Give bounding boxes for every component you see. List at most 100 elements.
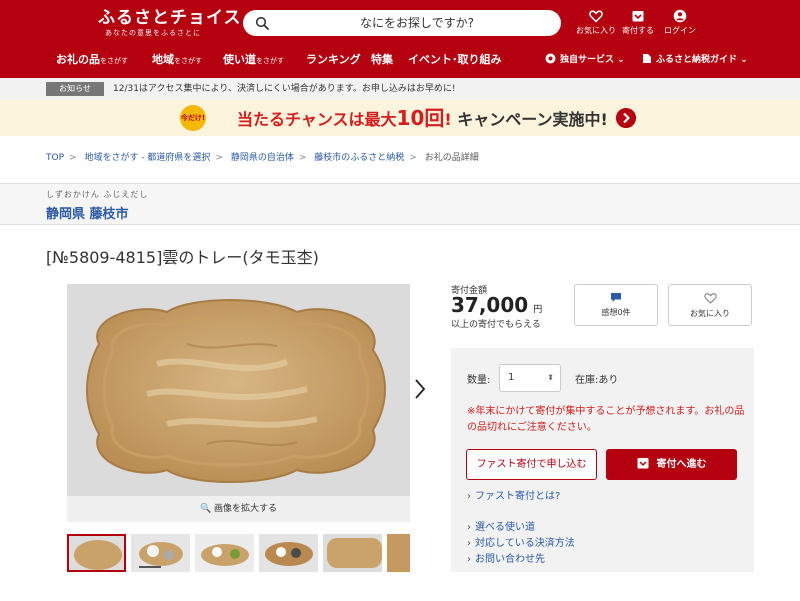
search-box[interactable]: なにをお探しですか? — [243, 10, 561, 36]
logo-main-text: ふるさとチョイス — [98, 8, 242, 28]
wooden-tray-illustration — [67, 284, 410, 496]
next-image-arrow-icon[interactable] — [413, 378, 427, 400]
product-image[interactable] — [67, 284, 410, 496]
site-header: ふるさとチョイス あなたの意思をふるさとに なにをお探しですか? お気に入り 寄… — [0, 0, 800, 78]
guide-icon — [643, 54, 651, 63]
payment-methods-link[interactable]: › 対応している決済方法 — [467, 534, 575, 549]
campaign-text-b: 10回 — [396, 106, 445, 130]
chevron-right-icon: › — [467, 522, 471, 533]
breadcrumb-separator: > — [409, 153, 417, 163]
link-label: 対応している決済方法 — [475, 538, 575, 549]
favorite-button[interactable]: お気に入り — [668, 284, 752, 326]
link-label: お問い合わせ先 — [475, 554, 545, 565]
zoom-icon: 🔍 — [199, 504, 212, 514]
favorites-button[interactable]: お気に入り — [576, 9, 616, 36]
gift-box-icon — [637, 458, 648, 469]
link-label: 選べる使い道 — [475, 522, 535, 533]
nav-item-usage[interactable]: 使い道をさがす — [223, 52, 284, 69]
campaign-badge: 今だけ! — [180, 105, 206, 131]
review-button[interactable]: 感想0件 — [574, 284, 658, 326]
breadcrumb-link[interactable]: 地域をさがす - 都道府県を選択 — [84, 153, 210, 163]
nav-item-features[interactable]: 特集 — [371, 52, 393, 68]
price-unit: 円 — [533, 305, 543, 315]
chevron-down-icon: ⌄ — [740, 55, 748, 65]
price-amount: 37,000 円 — [451, 293, 542, 317]
campaign-text-a: 当たるチャンスは最大 — [237, 110, 397, 129]
logo-tagline: あなたの意思をふるさとに — [105, 29, 201, 37]
product-title: [№5809-4815]雲のトレー(タモ玉杢) — [46, 248, 319, 267]
region-kana: しずおかけん ふじえだし — [46, 190, 149, 199]
thumbnail-image — [195, 534, 254, 572]
select-caret-icon: ⬍ — [547, 373, 554, 382]
nav-item-events[interactable]: イベント･取り組み — [408, 52, 502, 68]
donate-button[interactable]: 寄付へ進む — [606, 449, 737, 480]
heart-icon — [703, 293, 717, 304]
notice-bar: お知らせ 12/31はアクセス集中により、決済しにくい場合があります。お申し込み… — [0, 78, 800, 100]
thumbnail[interactable] — [387, 534, 410, 572]
fast-donation-button[interactable]: ファスト寄付で申し込む — [466, 449, 597, 480]
nav-suffix: をさがす — [174, 57, 202, 65]
services-icon — [545, 53, 556, 64]
search-icon — [255, 16, 269, 30]
user-icon — [673, 9, 687, 23]
breadcrumb-link[interactable]: TOP — [46, 153, 64, 163]
chevron-right-icon: › — [467, 554, 471, 565]
review-label: 感想0件 — [601, 308, 631, 317]
breadcrumb-separator: > — [69, 153, 77, 163]
region-name[interactable]: 静岡県 藤枝市 — [46, 203, 129, 222]
campaign-text-d: キャンペーン実施中! — [457, 110, 608, 129]
donate-label: 寄付へ進む — [656, 459, 707, 470]
chevron-right-icon[interactable] — [616, 108, 636, 128]
nav-item-gifts[interactable]: お礼の品をさがす — [56, 52, 128, 69]
thumbnail[interactable] — [131, 534, 190, 572]
search-input[interactable]: なにをお探しですか? — [273, 10, 561, 36]
link-label: ファスト寄付とは? — [475, 491, 561, 502]
breadcrumb-link[interactable]: 静岡県の自治体 — [231, 153, 294, 163]
thumbnail-image — [323, 534, 382, 572]
favorite-label: お気に入り — [690, 309, 730, 318]
campaign-text-c: ! — [444, 110, 452, 129]
heart-icon — [589, 10, 603, 23]
notice-badge: お知らせ — [46, 82, 104, 96]
thumbnail[interactable] — [259, 534, 318, 572]
donate-header-label: 寄付する — [622, 26, 654, 35]
nav-item-guide[interactable]: ふるさと納税ガイド ⌄ — [642, 52, 748, 68]
quantity-value: 1 — [508, 372, 515, 383]
quantity-label: 数量: — [467, 375, 491, 386]
breadcrumb: TOP > 地域をさがす - 都道府県を選択 > 静岡県の自治体 > 藤枝市のふるさと… — [46, 150, 479, 163]
nav-item-ranking[interactable]: ランキング — [306, 52, 361, 68]
usage-link[interactable]: › 選べる使い道 — [467, 518, 535, 533]
zoom-image-button[interactable]: 🔍 画像を拡大する — [67, 496, 410, 522]
thumbnail[interactable] — [195, 534, 254, 572]
price-value: 37,000 — [451, 293, 529, 317]
stock-status: 在庫:あり — [575, 375, 619, 386]
thumbnail-image — [259, 534, 318, 572]
notice-text[interactable]: 12/31はアクセス集中により、決済しにくい場合があります。お申し込みはお早めに… — [113, 78, 455, 100]
thumbnail-image — [387, 534, 410, 572]
breadcrumb-separator: > — [215, 153, 223, 163]
breadcrumb-link[interactable]: 藤枝市のふるさと納税 — [314, 153, 404, 163]
site-logo[interactable]: ふるさとチョイス あなたの意思をふるさとに — [98, 8, 242, 38]
breadcrumb-current: お礼の品詳細 — [424, 153, 479, 163]
thumbnail[interactable] — [67, 534, 126, 572]
breadcrumb-separator: > — [298, 153, 307, 163]
campaign-banner[interactable]: 今だけ! 当たるチャンスは最大10回! キャンペーン実施中! — [0, 100, 800, 136]
login-button[interactable]: ログイン — [660, 9, 700, 36]
thumbnail[interactable] — [323, 534, 382, 572]
warning-text: ※年末にかけて寄付が集中することが予想されます。お礼の品の品切れにご注意ください… — [467, 406, 745, 433]
nav-label: 独自サービス — [560, 55, 615, 65]
login-label: ログイン — [664, 26, 696, 35]
campaign-text: 当たるチャンスは最大10回! キャンペーン実施中! — [237, 100, 608, 138]
order-panel: 数量: 1 ⬍ 在庫:あり ※年末にかけて寄付が集中することが予想されます。お礼… — [451, 348, 754, 572]
donate-header-button[interactable]: 寄付する — [618, 9, 658, 36]
zoom-label: 画像を拡大する — [214, 504, 278, 514]
nav-label: お礼の品 — [56, 53, 100, 66]
quantity-select[interactable]: 1 ⬍ — [499, 364, 561, 392]
favorites-label: お気に入り — [576, 26, 616, 35]
nav-item-services[interactable]: 独自サービス ⌄ — [545, 52, 625, 68]
nav-label: 使い道 — [223, 53, 256, 66]
fast-donation-info-link[interactable]: › ファスト寄付とは? — [467, 487, 560, 502]
chevron-right-icon: › — [467, 491, 471, 502]
nav-item-region[interactable]: 地域をさがす — [152, 52, 202, 69]
contact-link[interactable]: › お問い合わせ先 — [467, 550, 545, 565]
